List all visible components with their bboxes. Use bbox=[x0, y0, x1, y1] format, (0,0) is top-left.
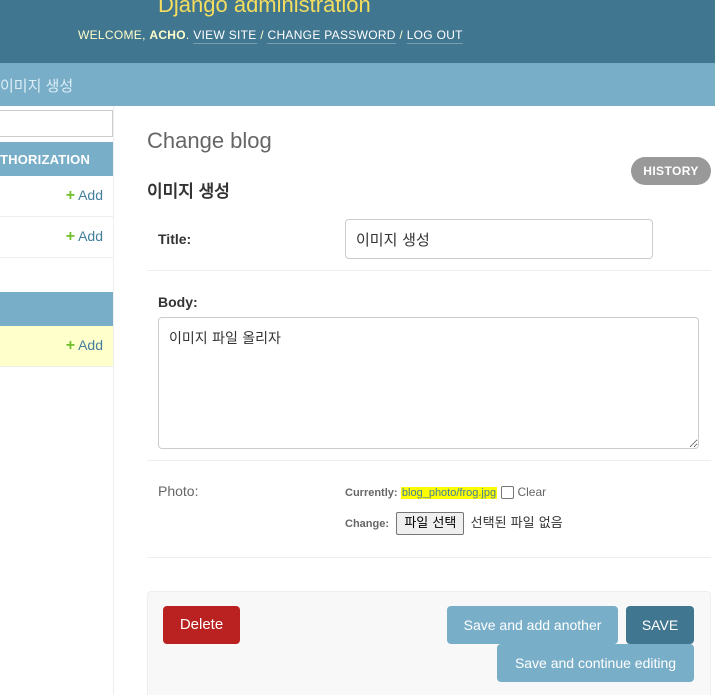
photo-label: Photo: bbox=[158, 483, 199, 499]
breadcrumb: 이미지 생성 bbox=[0, 63, 715, 106]
save-button[interactable]: Save bbox=[626, 606, 694, 644]
current-file-link[interactable]: blog_photo/frog.jpg bbox=[400, 487, 498, 499]
history-button[interactable]: HISTORY bbox=[631, 157, 711, 185]
page-title: Change blog bbox=[147, 128, 272, 153]
sidebar-section-caption[interactable] bbox=[0, 292, 113, 326]
sidebar-row: + Add bbox=[0, 176, 113, 217]
title-label: Title: bbox=[158, 231, 192, 247]
sidebar-row-current: + Add bbox=[0, 326, 113, 367]
site-branding[interactable]: Django administration bbox=[158, 0, 371, 18]
sidebar-add-link[interactable]: + Add bbox=[66, 337, 103, 355]
photo-row: Photo: bbox=[147, 461, 711, 558]
choose-file-button[interactable]: 파일 선택 bbox=[396, 512, 465, 535]
no-file-text: 선택된 파일 없음 bbox=[470, 516, 563, 531]
add-icon: + bbox=[65, 337, 76, 354]
delete-button[interactable]: Delete bbox=[163, 606, 240, 644]
user-tools: WELCOME, ACHO. VIEW SITE / CHANGE PASSWO… bbox=[78, 28, 463, 44]
sidebar-add-link[interactable]: + Add bbox=[66, 228, 103, 246]
sidebar-add-link[interactable]: + Add bbox=[66, 187, 103, 205]
submit-row: Delete Save and add another Save Save an… bbox=[147, 591, 711, 695]
view-site-link[interactable]: VIEW SITE bbox=[193, 28, 257, 44]
breadcrumb-current: 이미지 생성 bbox=[0, 78, 74, 95]
currently-label: Currently: bbox=[345, 487, 398, 499]
change-password-link[interactable]: CHANGE PASSWORD bbox=[267, 28, 396, 44]
username: ACHO bbox=[149, 28, 186, 42]
nav-filter-input[interactable] bbox=[0, 110, 113, 137]
clear-label[interactable]: Clear bbox=[517, 485, 546, 499]
body-label: Body: bbox=[158, 294, 198, 310]
header: Django administration WELCOME, ACHO. VIE… bbox=[0, 0, 715, 63]
sidebar-section-caption[interactable]: THORIZATION bbox=[0, 142, 113, 176]
sidebar-row: + Add bbox=[0, 217, 113, 258]
body-textarea[interactable]: 이미지 파일 올리자 bbox=[158, 317, 699, 449]
save-and-add-another-button[interactable]: Save and add another bbox=[447, 606, 618, 644]
nav-sidebar: THORIZATION + Add + Add + Add bbox=[0, 106, 114, 695]
add-icon: + bbox=[65, 187, 76, 204]
change-file-line: Change: 파일 선택 선택된 파일 없음 bbox=[345, 512, 563, 535]
current-file-line: Currently: blog_photo/frog.jpg Clear bbox=[345, 485, 546, 499]
title-input[interactable] bbox=[345, 219, 653, 259]
add-icon: + bbox=[65, 228, 76, 245]
welcome-text: WELCOME, bbox=[78, 28, 150, 42]
clear-checkbox[interactable] bbox=[501, 486, 515, 499]
log-out-link[interactable]: LOG OUT bbox=[406, 28, 463, 44]
save-and-continue-button[interactable]: Save and continue editing bbox=[497, 644, 694, 682]
object-title: 이미지 생성 bbox=[147, 182, 230, 201]
change-label: Change: bbox=[345, 518, 389, 530]
